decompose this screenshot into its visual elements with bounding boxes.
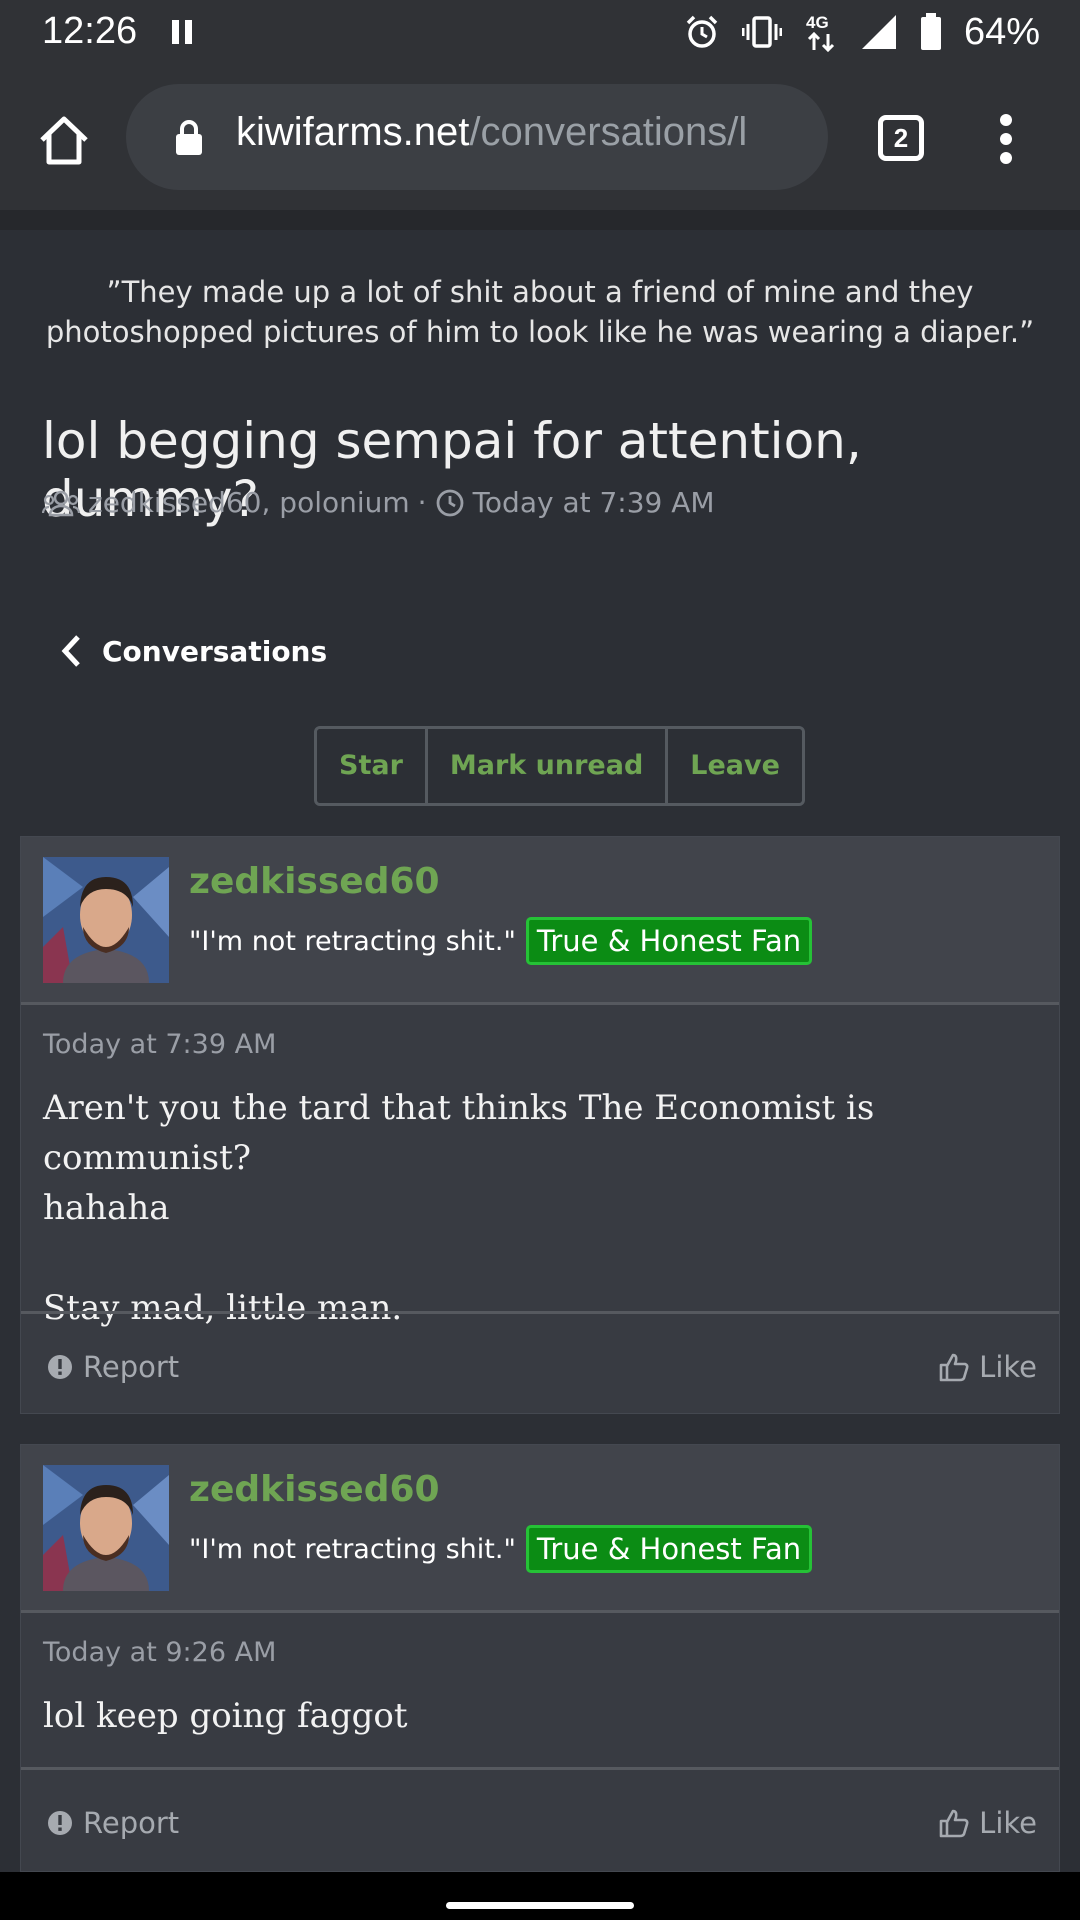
user-title: "I'm not retracting shit." <box>189 1533 516 1565</box>
message-time[interactable]: Today at 9:26 AM <box>43 1637 276 1668</box>
signal-icon <box>861 15 896 49</box>
header-quote: ”They made up a lot of shit about a frie… <box>45 275 1035 349</box>
browser-toolbar: kiwifarms.net/conversations/l 2 <box>0 64 1080 210</box>
network-4g-icon: 4G <box>806 13 834 52</box>
like-label: Like <box>979 1806 1037 1840</box>
url-text[interactable]: kiwifarms.net/conversations/l <box>236 110 747 155</box>
url-host: kiwifarms.net <box>236 110 470 154</box>
pause-icon <box>172 20 194 44</box>
user-badge: True & Honest Fan <box>525 917 813 965</box>
message-line <box>43 1233 1043 1283</box>
message: zedkissed60 "I'm not retracting shit." T… <box>20 1444 1060 1872</box>
message-text: lol keep going faggot <box>43 1691 1043 1741</box>
message-header: zedkissed60 "I'm not retracting shit." T… <box>21 1445 1059 1613</box>
message-body: Today at 7:39 AM Aren't you the tard tha… <box>21 1005 1059 1328</box>
star-button[interactable]: Star <box>317 729 428 803</box>
message-line: lol keep going faggot <box>43 1696 408 1736</box>
thumbs-up-icon <box>939 1353 969 1382</box>
status-time: 12:26 <box>42 10 138 52</box>
report-label: Report <box>83 1350 180 1384</box>
conversation-actions: Star Mark unread Leave <box>314 726 805 806</box>
clock-icon <box>436 489 463 516</box>
user-title: "I'm not retracting shit." <box>189 925 516 957</box>
message-time[interactable]: Today at 7:39 AM <box>43 1029 276 1060</box>
system-nav-bar <box>0 1872 1080 1920</box>
home-icon[interactable] <box>36 112 92 168</box>
svg-text:4G: 4G <box>806 13 829 32</box>
user-title-row: "I'm not retracting shit." True & Honest… <box>189 1525 813 1573</box>
alert-icon <box>48 1355 72 1379</box>
overflow-menu-icon[interactable] <box>990 114 1022 164</box>
like-button[interactable]: Like <box>939 1350 1037 1384</box>
message-footer: Report Like <box>21 1311 1059 1415</box>
meta-separator: · <box>417 486 427 519</box>
user-badge: True & Honest Fan <box>525 1525 813 1573</box>
username[interactable]: zedkissed60 <box>189 1469 440 1510</box>
like-button[interactable]: Like <box>939 1806 1037 1840</box>
tab-switcher-button[interactable]: 2 <box>878 115 924 161</box>
alarm-icon <box>686 15 718 48</box>
participants-list[interactable]: zedkissed60, polonium <box>88 486 410 519</box>
message-line: Aren't you the tard that thinks The Econ… <box>43 1088 875 1178</box>
report-label: Report <box>83 1806 180 1840</box>
status-icons: 4G 64% <box>684 8 1040 56</box>
chevron-left-icon <box>61 635 80 667</box>
message-header: zedkissed60 "I'm not retracting shit." T… <box>21 837 1059 1005</box>
avatar[interactable] <box>43 857 169 983</box>
username[interactable]: zedkissed60 <box>189 861 440 902</box>
address-bar[interactable]: kiwifarms.net/conversations/l <box>126 84 828 190</box>
home-gesture-handle[interactable] <box>446 1902 634 1909</box>
leave-button[interactable]: Leave <box>668 729 802 803</box>
message-footer: Report Like <box>21 1767 1059 1871</box>
url-path: /conversations/l <box>469 110 748 154</box>
message: zedkissed60 "I'm not retracting shit." T… <box>20 836 1060 1414</box>
report-button[interactable]: Report <box>47 1350 179 1384</box>
battery-percent: 64% <box>963 10 1040 53</box>
report-button[interactable]: Report <box>47 1806 179 1840</box>
like-label: Like <box>979 1350 1037 1384</box>
back-link-label: Conversations <box>102 634 328 668</box>
vibrate-icon <box>741 16 782 48</box>
battery-icon <box>920 13 941 50</box>
thumbs-up-icon <box>939 1809 969 1838</box>
alert-icon <box>48 1811 72 1835</box>
conversation-start-time: Today at 7:39 AM <box>472 486 715 519</box>
message-text: Aren't you the tard that thinks The Econ… <box>43 1083 1043 1333</box>
mark-unread-button[interactable]: Mark unread <box>427 729 669 803</box>
conversation-meta: zedkissed60, polonium · Today at 7:39 AM <box>42 486 715 519</box>
toolbar-divider <box>0 210 1080 230</box>
message-line: hahaha <box>43 1188 170 1228</box>
avatar[interactable] <box>43 1465 169 1591</box>
user-title-row: "I'm not retracting shit." True & Honest… <box>189 917 813 965</box>
lock-icon <box>176 120 202 155</box>
message-body: Today at 9:26 AM lol keep going faggot <box>21 1613 1059 1767</box>
participants-icon <box>42 490 80 516</box>
status-bar: 12:26 4G 64% <box>0 0 1080 64</box>
back-to-conversations-link[interactable]: Conversations <box>60 634 327 668</box>
